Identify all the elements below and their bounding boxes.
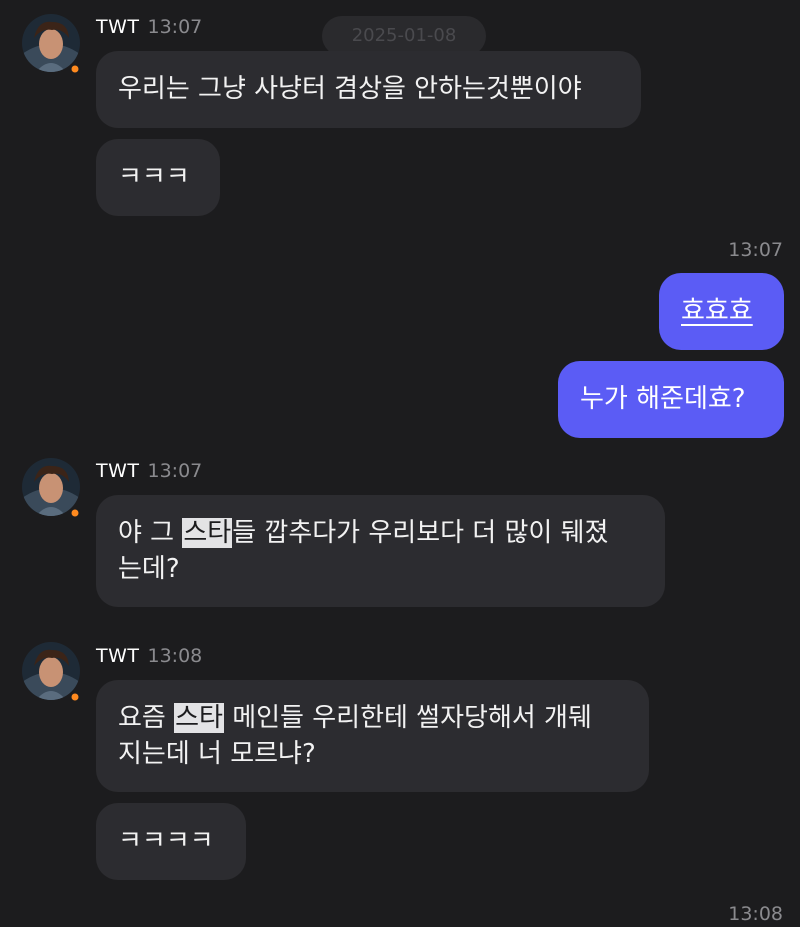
incoming-message-bubble[interactable]: 요즘 스타 메인들 우리한테 썰자당해서 개뒈 지는데 너 모르냐? [96,680,649,792]
sender-header: TWT 13:07 [96,459,202,483]
outgoing-message-bubble[interactable]: 누가 해준데효? [558,361,784,438]
message-text: 야 그 [118,518,183,548]
sender-name: TWT [96,645,140,667]
online-status-dot [69,63,81,75]
message-text: ㅋㅋㅋㅋ [118,826,214,856]
incoming-message-bubble[interactable]: 야 그 스타들 깝추다가 우리보다 더 많이 뒈졌 는데? [96,495,665,607]
sender-time: 13:07 [147,16,203,38]
incoming-message-bubble[interactable]: 우리는 그냥 사냥터 겸상을 안하는것뿐이야 [96,51,641,128]
sender-time: 13:07 [147,460,203,482]
sender-name: TWT [96,460,140,482]
message-text: 는데? [118,554,180,584]
highlighted-keyword[interactable]: 스타 [182,518,233,548]
incoming-message-bubble[interactable]: ㅋㅋㅋ [96,139,220,216]
message-text: 누가 해준데효? [580,384,746,414]
message-text: ㅋㅋㅋ [118,162,190,192]
message-text: 들 깝추다가 우리보다 더 많이 뒈졌 [232,518,609,548]
message-text: 우리는 그냥 사냥터 겸상을 안하는것뿐이야 [118,74,582,104]
profile-avatar-icon [22,642,81,703]
sender-header: TWT 13:08 [96,644,202,668]
incoming-message-bubble[interactable]: ㅋㅋㅋㅋ [96,803,246,880]
sender-time: 13:08 [147,645,203,667]
message-line: 야 그 스타들 깝추다가 우리보다 더 많이 뒈졌 [118,515,643,551]
message-timestamp: 13:07 [728,239,783,261]
online-status-dot [69,691,81,703]
message-text: 효효효 [681,296,753,326]
online-status-dot [69,507,81,519]
message-text: 요즘 [118,703,175,733]
message-timestamp: 13:08 [728,903,783,925]
date-separator: 2025-01-08 [322,16,486,56]
sender-header: TWT 13:07 [96,15,202,39]
avatar[interactable] [22,458,81,519]
outgoing-message-bubble[interactable]: 효효효 [659,273,784,350]
sender-name: TWT [96,16,140,38]
profile-avatar-icon [22,458,81,519]
message-text: 지는데 너 모르냐? [118,739,316,769]
avatar[interactable] [22,14,81,75]
message-line: 요즘 스타 메인들 우리한테 썰자당해서 개뒈 [118,700,627,736]
highlighted-keyword[interactable]: 스타 [174,703,224,733]
avatar[interactable] [22,642,81,703]
profile-avatar-icon [22,14,81,75]
message-text: 메인들 우리한테 썰자당해서 개뒈 [223,703,592,733]
